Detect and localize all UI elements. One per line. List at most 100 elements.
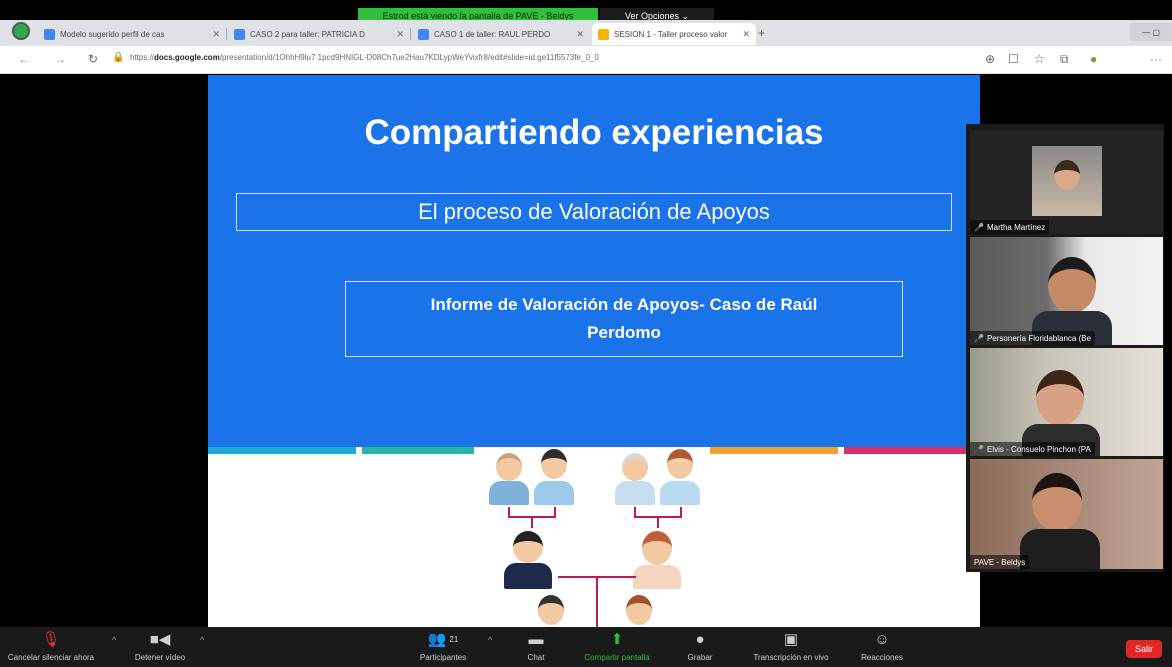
divider-stripe — [362, 447, 474, 454]
person-head-icon — [626, 595, 652, 625]
slides-favicon-icon — [598, 28, 609, 40]
participant-tile[interactable]: PAVE - Beldys — [970, 459, 1163, 569]
docs-favicon-icon — [44, 28, 55, 40]
participants-count: 21 — [449, 634, 459, 644]
divider-stripe — [844, 447, 980, 454]
person-head-icon — [496, 453, 522, 481]
tab-modelo[interactable]: Modelo sugerido perfil de cas ✕ — [38, 23, 226, 45]
url-prefix: https:// — [130, 53, 155, 62]
video-camera-icon: ■◀ — [149, 631, 171, 648]
favorite-star-icon[interactable]: ☆ — [1034, 52, 1045, 66]
slide-header-area: Compartiendo experiencias El proceso de … — [208, 75, 980, 447]
close-tab-icon[interactable]: ✕ — [738, 29, 750, 40]
unmute-label: Cancelar silenciar ahora — [7, 653, 95, 662]
stop-video-label: Detener vídeo — [134, 653, 186, 662]
record-button[interactable]: ● Grabar — [680, 629, 720, 663]
tab-caso-1[interactable]: CASO 1 de taller: RAUL PERDO ✕ — [412, 23, 590, 45]
reading-icon[interactable]: ☐ — [1008, 52, 1019, 66]
person-body-icon — [633, 565, 681, 589]
meeting-toolbar: 🎙 Cancelar silenciar ahora ^ ■◀ Detener … — [0, 627, 1172, 667]
tab-sesion-1[interactable]: SESION 1 - Taller proceso valor ✕ — [592, 23, 756, 45]
audio-options-chevron-icon[interactable]: ^ — [112, 635, 116, 645]
close-tab-icon[interactable]: ✕ — [208, 29, 220, 40]
profile-icon[interactable] — [12, 22, 30, 40]
tab-title: SESION 1 - Taller proceso valor — [614, 29, 728, 39]
url-field[interactable]: https://docs.google.com/presentation/d/1… — [130, 53, 950, 68]
subtitle-text: El proceso de Valoración de Apoyos — [418, 199, 770, 224]
browser-tab-bar: Modelo sugerido perfil de cas ✕ CASO 2 p… — [0, 20, 1172, 46]
participant-tile[interactable]: 🎤 Martha Martínez — [970, 130, 1163, 234]
live-transcription-label: Transcripción en vivo — [753, 653, 829, 662]
reactions-button[interactable]: ☺ Reacciones — [852, 629, 912, 663]
participant-name: Personería Floridablanca (Be — [986, 333, 1092, 343]
stop-video-button[interactable]: ■◀ Detener vídeo — [130, 629, 190, 662]
share-screen-button[interactable]: ⬆ Compartir pantalla — [570, 629, 664, 662]
closed-caption-icon: ▣ — [783, 631, 799, 648]
chat-button[interactable]: ▬ Chat — [516, 629, 556, 663]
avatar — [1048, 257, 1096, 313]
report-box: Informe de Valoración de Apoyos- Caso de… — [345, 281, 903, 357]
participants-icon: 👥 21 — [427, 631, 459, 648]
participants-label: Participantes — [419, 653, 467, 662]
person-head-icon — [667, 449, 693, 479]
docs-favicon-icon — [418, 28, 429, 40]
tab-title: CASO 1 de taller: RAUL PERDO — [434, 29, 551, 39]
new-tab-button[interactable]: + — [758, 26, 765, 40]
more-menu-icon[interactable]: ··· — [1150, 52, 1162, 66]
divider-stripe — [208, 447, 356, 454]
record-label: Grabar — [687, 653, 713, 662]
participants-options-chevron-icon[interactable]: ^ — [488, 635, 492, 645]
leave-meeting-button[interactable]: Salir — [1126, 640, 1162, 658]
chat-label: Chat — [527, 653, 545, 662]
participant-tile[interactable]: 🎤 Elvis - Consuelo Pinchon (PA — [970, 348, 1163, 456]
reload-icon[interactable]: ↻ — [88, 52, 98, 66]
participant-name-label: 🎤 Elvis - Consuelo Pinchon (PA — [970, 442, 1095, 456]
window-control[interactable]: — ▢ — [1130, 23, 1172, 41]
participant-name: PAVE - Beldys — [974, 557, 1026, 567]
report-title-line-2: Perdomo — [587, 323, 661, 342]
collections-icon[interactable]: ⧉ — [1060, 52, 1069, 67]
unmute-button[interactable]: 🎙 Cancelar silenciar ahora — [6, 629, 96, 662]
mic-muted-icon: 🎤 — [974, 222, 984, 232]
video-options-chevron-icon[interactable]: ^ — [200, 635, 204, 645]
participants-button[interactable]: 👥 21 Participantes — [408, 629, 478, 662]
back-icon[interactable]: ← — [18, 52, 30, 66]
docs-favicon-icon — [234, 28, 245, 40]
forward-icon[interactable]: → — [54, 52, 66, 66]
divider-stripe — [710, 447, 838, 454]
person-body-icon — [534, 481, 574, 505]
presentation-slide: Compartiendo experiencias El proceso de … — [208, 75, 980, 627]
zoom-icon[interactable]: ⊕ — [985, 52, 995, 66]
tab-caso-2[interactable]: CASO 2 para taller: PATRICIA D ✕ — [228, 23, 410, 45]
url-domain: docs.google.com — [154, 53, 220, 62]
person-head-icon — [513, 531, 543, 563]
subtitle-box: El proceso de Valoración de Apoyos — [236, 193, 952, 231]
avatar — [1036, 370, 1084, 426]
profile-avatar-icon[interactable]: ● — [1090, 52, 1097, 66]
participant-name-label: 🎤 Martha Martínez — [970, 220, 1050, 234]
mic-muted-icon: 🎤 — [974, 333, 984, 343]
share-screen-icon: ⬆ — [610, 631, 624, 648]
person-body-icon — [504, 563, 552, 589]
chat-bubble-icon: ▬ — [528, 630, 544, 648]
mic-muted-icon: 🎤 — [974, 444, 984, 454]
participant-tile[interactable]: 🎤 Personería Floridablanca (Be — [970, 237, 1163, 345]
participant-name: Martha Martínez — [986, 222, 1046, 232]
reactions-label: Reacciones — [861, 653, 903, 662]
participant-name-label: 🎤 Personería Floridablanca (Be — [970, 331, 1096, 345]
close-tab-icon[interactable]: ✕ — [572, 29, 584, 40]
leave-label: Salir — [1134, 644, 1153, 654]
person-body-icon — [489, 481, 529, 505]
person-head-icon — [642, 531, 672, 565]
zoom-window: Estrod está viendo la pantalla de PAVE -… — [0, 0, 1172, 667]
share-screen-label: Compartir pantalla — [584, 653, 650, 662]
participant-name-label: PAVE - Beldys — [970, 555, 1030, 569]
participant-name: Elvis - Consuelo Pinchon (PA — [986, 444, 1091, 454]
report-title-line-1: Informe de Valoración de Apoyos- Caso de… — [430, 295, 818, 314]
avatar — [1054, 160, 1080, 190]
person-head-icon — [541, 449, 567, 479]
address-bar: ← → ↻ 🔒 https://docs.google.com/presenta… — [0, 46, 1172, 74]
close-tab-icon[interactable]: ✕ — [392, 29, 404, 40]
reaction-smiley-icon: ☺ — [874, 630, 890, 648]
live-transcription-button[interactable]: ▣ Transcripción en vivo — [738, 629, 844, 662]
